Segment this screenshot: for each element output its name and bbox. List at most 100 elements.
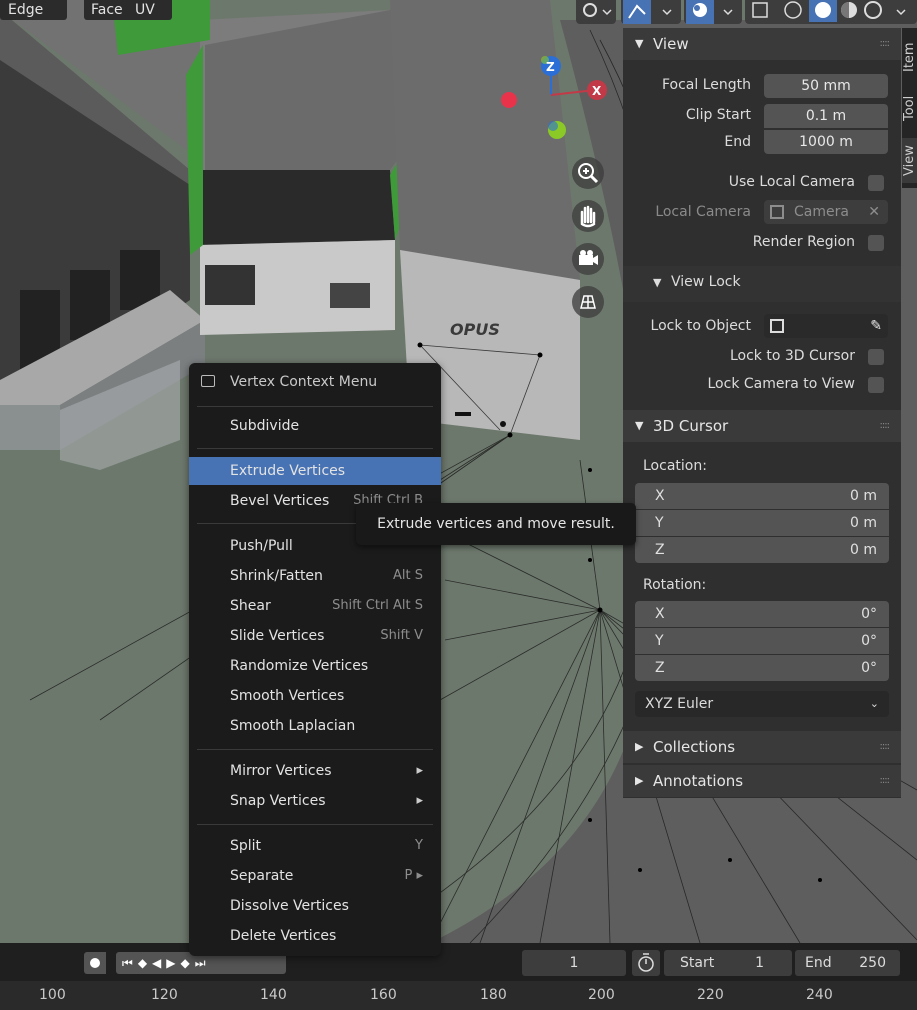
stopwatch-icon[interactable] [632, 950, 660, 976]
expand-triangle-icon: ▶ [635, 740, 644, 753]
menu-item-label: Split [230, 838, 262, 854]
menu-item-smooth-laplacian[interactable]: Smooth Laplacian [189, 712, 441, 740]
tooltip: Extrude vertices and move result. [356, 503, 636, 545]
lock-to-3d-cursor-checkbox[interactable] [868, 349, 884, 365]
chevron-down-icon: ⌄ [869, 697, 879, 710]
axis-label: Z [655, 542, 665, 558]
collections-panel-header[interactable]: ▶ Collections :::: [623, 731, 901, 763]
cursor-panel-header[interactable]: ▼ 3D Cursor :::: [623, 410, 901, 442]
clear-x-icon[interactable]: ✕ [868, 200, 880, 224]
record-button[interactable] [84, 952, 106, 974]
rotation-x-field[interactable]: X 0° [635, 601, 889, 627]
axis-value: 0° [861, 606, 877, 622]
axis-label: Z [655, 660, 665, 676]
location-z-field[interactable]: Z 0 m [635, 537, 889, 563]
menu-item-separate[interactable]: Separate P ▸ [189, 862, 441, 890]
gizmo-toggle-icon[interactable] [621, 0, 681, 24]
tab-item[interactable]: Item [902, 36, 917, 78]
use-local-camera-checkbox[interactable] [868, 175, 884, 191]
view-object-types-icon[interactable] [576, 0, 616, 24]
next-keyframe-icon[interactable]: ◆ [181, 956, 195, 970]
zoom-icon[interactable] [572, 157, 604, 189]
menu-item-label: Extrude Vertices [230, 463, 346, 479]
render-region-checkbox[interactable] [868, 235, 884, 251]
view-panel-header[interactable]: ▼ View :::: [623, 28, 901, 60]
jump-end-icon[interactable]: ⏭ [195, 956, 211, 970]
timeline: ⏮◆◀▶◆⏭ 1 Start 1 End 250 100 120 140 160… [0, 943, 917, 1010]
menu-item-label: Smooth Vertices [230, 688, 345, 704]
shading-modes[interactable] [745, 0, 917, 24]
timeline-ruler[interactable] [0, 981, 917, 1010]
tab-view[interactable]: View [902, 138, 917, 183]
view-lock-title: View Lock [671, 274, 741, 290]
camera-view-icon[interactable] [572, 243, 604, 275]
overlays-toggle-icon[interactable] [684, 0, 742, 24]
lock-to-3d-cursor-label: Lock to 3D Cursor [729, 348, 855, 364]
play-icon[interactable]: ▶ [166, 956, 180, 970]
tab-view-label: View [902, 145, 917, 176]
tab-tool[interactable]: Tool [902, 88, 917, 128]
end-value: 250 [859, 955, 886, 971]
play-reverse-icon[interactable]: ◀ [152, 956, 166, 970]
end-frame-field[interactable]: End 250 [795, 950, 900, 976]
menu-item-label: Delete Vertices [230, 928, 337, 944]
menu-item-dissolve-vertices[interactable]: Dissolve Vertices [189, 892, 441, 920]
location-x-field[interactable]: X 0 m [635, 483, 889, 509]
axis-value: 0 m [850, 515, 877, 531]
eyedropper-icon[interactable]: ✎ [870, 314, 882, 338]
rotation-z-field[interactable]: Z 0° [635, 655, 889, 681]
current-frame-field[interactable]: 1 [522, 950, 626, 976]
ruler-tick: 220 [697, 987, 724, 1003]
menu-item-subdivide[interactable]: Subdivide [189, 412, 441, 440]
axis-value: 0° [861, 660, 877, 676]
rotation-y-field[interactable]: Y 0° [635, 628, 889, 654]
select-mode-face-label: Face [91, 2, 123, 18]
record-icon [90, 958, 100, 968]
menu-item-shortcut: Shift Ctrl Alt S [332, 598, 423, 613]
menu-item-snap-vertices[interactable]: Snap Vertices ▸ [189, 787, 441, 815]
select-mode-edge[interactable]: Edge [0, 0, 67, 20]
drag-grip-icon[interactable]: :::: [880, 28, 891, 60]
menu-item-split[interactable]: Split Y [189, 832, 441, 860]
expand-triangle-icon: ▶ [635, 774, 644, 787]
menu-item-randomize-vertices[interactable]: Randomize Vertices [189, 652, 441, 680]
jump-start-icon[interactable]: ⏮ [122, 956, 138, 970]
gizmo-neg-x-axis[interactable] [501, 92, 517, 108]
annotations-panel-header[interactable]: ▶ Annotations :::: [623, 765, 901, 797]
start-value: 1 [755, 955, 764, 971]
start-frame-field[interactable]: Start 1 [664, 950, 792, 976]
menu-item-shrink-fatten[interactable]: Shrink/Fatten Alt S [189, 562, 441, 590]
menu-item-delete-vertices[interactable]: Delete Vertices [189, 922, 441, 950]
menu-item-extrude-vertices[interactable]: Extrude Vertices [189, 457, 441, 485]
lock-camera-to-view-label: Lock Camera to View [707, 376, 856, 392]
perspective-toggle-icon[interactable] [572, 286, 604, 318]
menu-item-shear[interactable]: Shear Shift Ctrl Alt S [189, 592, 441, 620]
menu-item-label: Smooth Laplacian [230, 718, 356, 734]
location-y-field[interactable]: Y 0 m [635, 510, 889, 536]
collapse-triangle-icon: ▼ [653, 276, 662, 289]
lock-camera-to-view-checkbox[interactable] [868, 377, 884, 393]
menu-item-smooth-vertices[interactable]: Smooth Vertices [189, 682, 441, 710]
navigation-gizmo[interactable]: Z X [495, 50, 615, 145]
rotation-mode-dropdown[interactable]: XYZ Euler ⌄ [635, 691, 889, 717]
menu-item-slide-vertices[interactable]: Slide Vertices Shift V [189, 622, 441, 650]
clip-end-field[interactable]: 1000 m [764, 130, 888, 154]
prev-keyframe-icon[interactable]: ◆ [138, 956, 152, 970]
local-camera-field[interactable]: Camera ✕ [764, 200, 888, 224]
select-mode-uv[interactable]: UV [128, 0, 172, 20]
clip-start-field[interactable]: 0.1 m [764, 104, 888, 128]
axis-label: X [655, 606, 665, 622]
menu-item-label: Subdivide [230, 418, 300, 434]
pan-hand-icon[interactable] [572, 200, 604, 232]
focal-length-label: Focal Length [661, 77, 751, 93]
drag-grip-icon[interactable]: :::: [880, 410, 891, 442]
drag-grip-icon[interactable]: :::: [880, 765, 891, 797]
lock-to-object-field[interactable]: ✎ [764, 314, 888, 338]
menu-item-label: Shear [230, 598, 271, 614]
view-panel-title: View [653, 35, 689, 53]
drag-grip-icon[interactable]: :::: [880, 731, 891, 763]
view-lock-header[interactable]: ▼ View Lock [623, 266, 901, 302]
gizmo-x-label: X [592, 84, 602, 98]
menu-item-mirror-vertices[interactable]: Mirror Vertices ▸ [189, 757, 441, 785]
focal-length-field[interactable]: 50 mm [764, 74, 888, 98]
